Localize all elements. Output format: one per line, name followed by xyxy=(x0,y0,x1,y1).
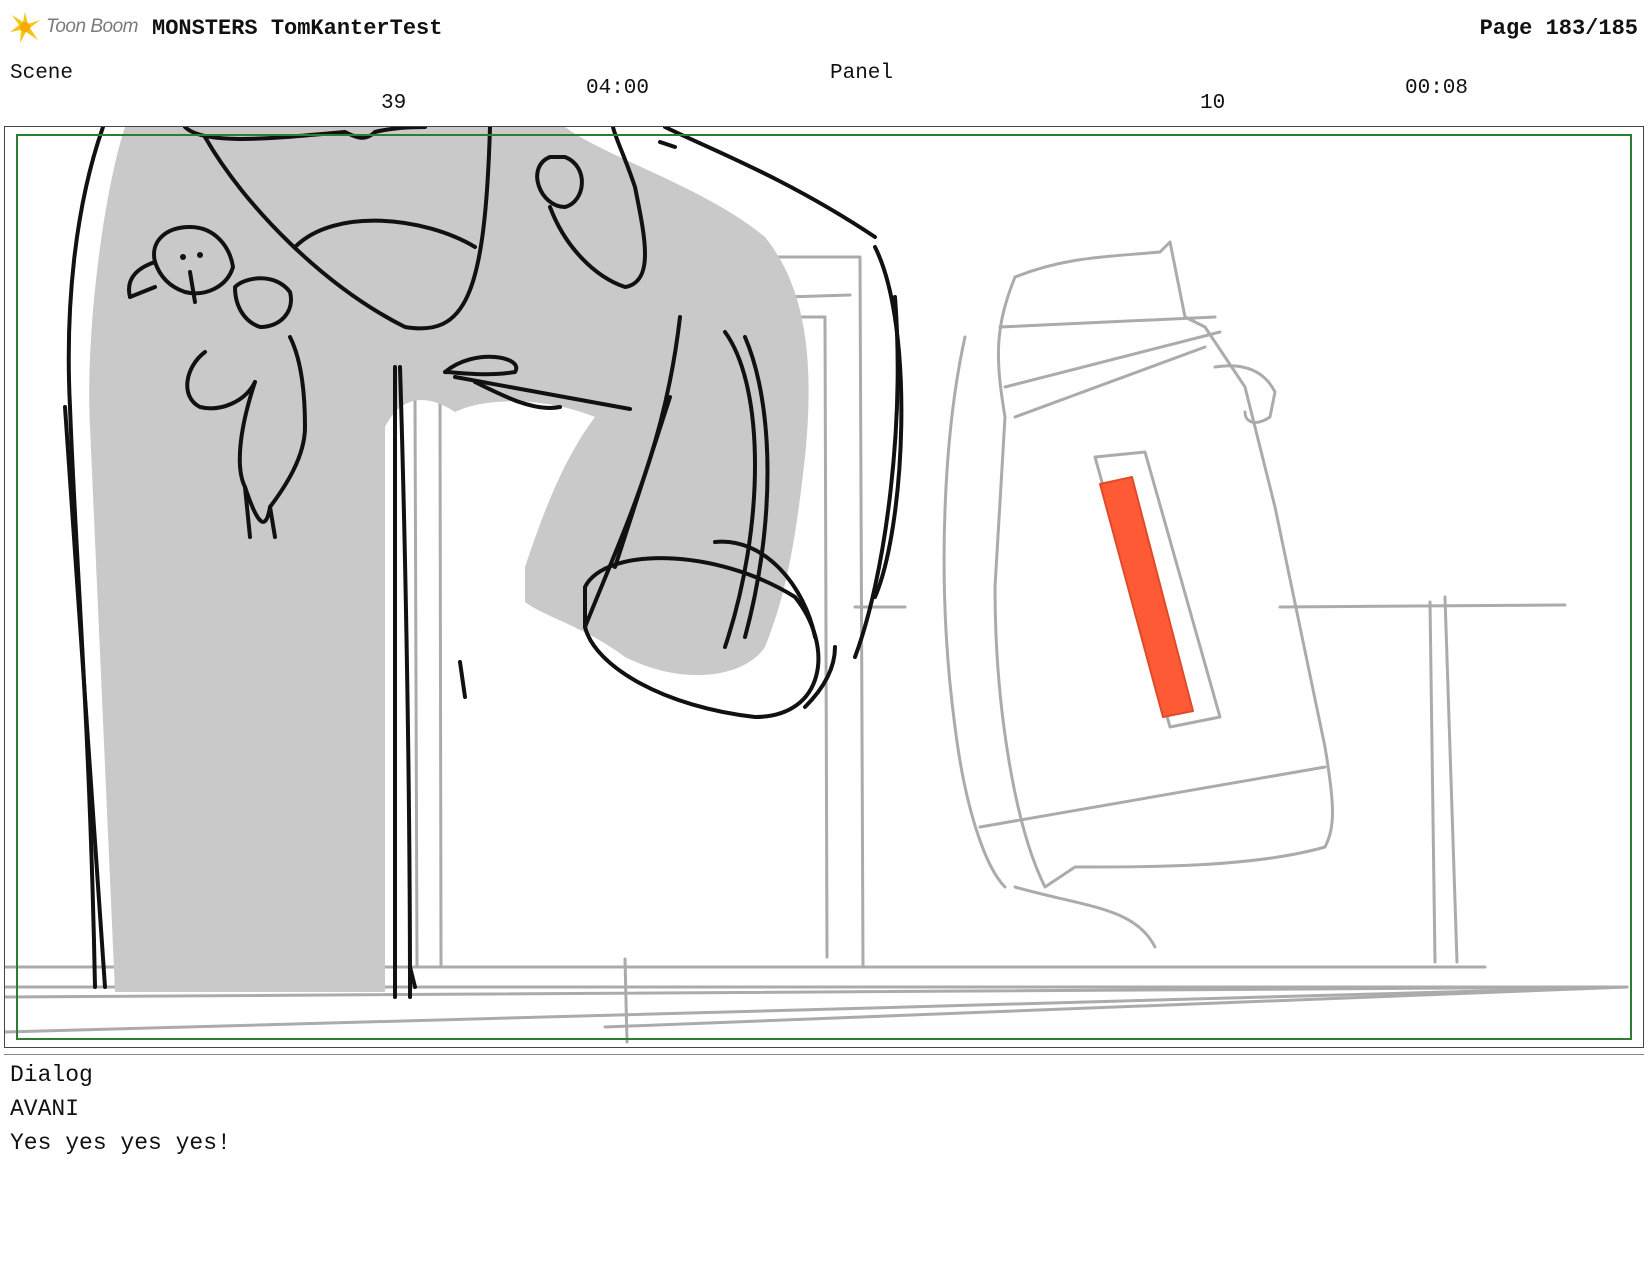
scene-duration: 04:00 xyxy=(586,77,650,100)
page-number: Page 183/185 xyxy=(1479,16,1638,41)
divider xyxy=(4,1054,1644,1055)
panel-number: 10 xyxy=(1200,92,1226,115)
scene-label: Scene xyxy=(10,62,74,85)
scene-number: 39 xyxy=(381,92,407,115)
brand-logo: Toon Boom xyxy=(8,10,138,44)
brand-name: Toon Boom xyxy=(46,16,138,37)
dialog-line: Yes yes yes yes! xyxy=(10,1130,231,1156)
storyboard-sketch xyxy=(5,127,1629,1044)
panel-duration: 00:08 xyxy=(1405,77,1469,100)
dialog-label: Dialog xyxy=(10,1062,93,1088)
star-burst-icon xyxy=(10,12,40,43)
project-title: MONSTERS TomKanterTest xyxy=(152,16,443,41)
panel-label: Panel xyxy=(830,62,894,85)
dialog-character: AVANI xyxy=(10,1096,80,1122)
